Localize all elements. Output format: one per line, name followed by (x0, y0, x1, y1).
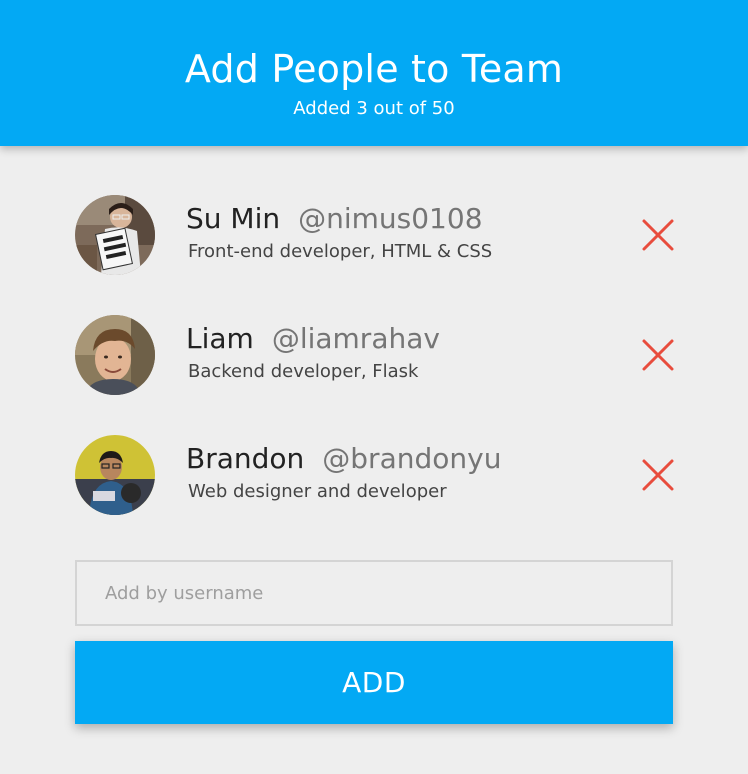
username-input[interactable] (75, 560, 673, 626)
remove-member-button[interactable] (640, 337, 676, 373)
page-title: Add People to Team (184, 47, 564, 91)
member-role: Front-end developer, HTML & CSS (188, 241, 493, 262)
remove-member-button[interactable] (640, 217, 676, 253)
header-bar: Add People to Team Added 3 out of 50 (0, 0, 748, 146)
member-name: Liam (186, 322, 254, 355)
member-username: @brandonyu (322, 442, 502, 475)
member-row: Su Min @nimus0108 Front-end developer, HT… (75, 195, 675, 275)
add-button[interactable]: ADD (75, 641, 673, 724)
member-username: @nimus0108 (298, 202, 483, 235)
member-row: Brandon @brandonyu Web designer and devel… (75, 435, 675, 515)
member-row: Liam @liamrahav Backend developer, Flask (75, 315, 675, 395)
avatar (75, 435, 155, 515)
remove-member-button[interactable] (640, 457, 676, 493)
member-name: Brandon (186, 442, 305, 475)
avatar (75, 315, 155, 395)
member-role: Web designer and developer (188, 481, 447, 502)
close-icon (642, 219, 674, 251)
member-count-subtitle: Added 3 out of 50 (293, 98, 455, 119)
member-name: Su Min (186, 202, 281, 235)
avatar (75, 195, 155, 275)
close-icon (642, 339, 674, 371)
member-role: Backend developer, Flask (188, 361, 419, 382)
member-username: @liamrahav (271, 322, 440, 355)
close-icon (642, 459, 674, 491)
